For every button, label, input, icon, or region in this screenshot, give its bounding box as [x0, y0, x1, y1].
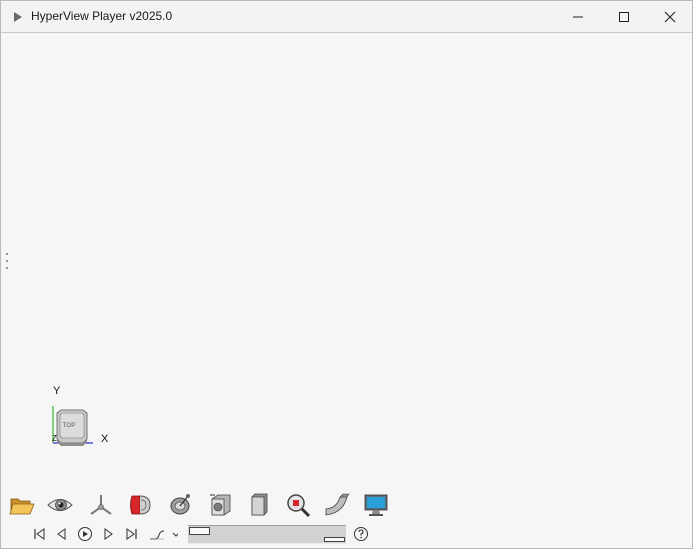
triad-axes-icon[interactable]	[86, 491, 116, 519]
close-icon	[664, 11, 676, 23]
curved-shape-icon[interactable]	[322, 491, 352, 519]
skip-to-end-icon[interactable]	[123, 526, 139, 542]
eye-icon[interactable]	[45, 491, 75, 519]
animation-controls	[1, 523, 692, 545]
minimize-button[interactable]	[555, 1, 601, 32]
play-icon[interactable]	[77, 526, 93, 542]
frame-slider[interactable]	[188, 525, 346, 544]
maximize-button[interactable]	[601, 1, 647, 32]
window-title: HyperView Player v2025.0	[31, 9, 173, 23]
step-back-icon[interactable]	[54, 526, 70, 542]
monitor-icon[interactable]	[361, 491, 391, 519]
zoom-icon[interactable]	[283, 491, 313, 519]
skip-to-start-icon[interactable]	[32, 526, 48, 542]
axis-z-label: Z	[52, 434, 57, 443]
axis-x-label: X	[101, 433, 109, 445]
title-bar[interactable]: HyperView Player v2025.0	[1, 1, 692, 33]
frame-slider-end-handle[interactable]	[324, 537, 345, 542]
app-window: HyperView Player v2025.0 Y TOP Z X	[0, 0, 693, 549]
reverse-model-icon[interactable]	[125, 491, 155, 519]
minimize-icon	[573, 16, 583, 18]
close-button[interactable]	[647, 1, 692, 32]
view-cube-icon	[52, 406, 93, 446]
animation-curve-icon	[150, 530, 180, 540]
cube-face-label: TOP	[62, 423, 76, 429]
help-icon[interactable]	[353, 526, 369, 542]
view-cube-icon[interactable]	[205, 491, 235, 519]
frame-slider-start-handle[interactable]	[189, 527, 210, 535]
solid-box-icon[interactable]	[244, 491, 274, 519]
animation-curve-dropdown[interactable]	[148, 526, 180, 542]
panel-splitter-handle[interactable]	[5, 251, 9, 271]
play-icon	[12, 10, 24, 22]
satellite-view-icon[interactable]	[165, 491, 195, 519]
folder-open-icon[interactable]	[7, 491, 37, 519]
maximize-icon	[619, 12, 629, 22]
step-forward-icon[interactable]	[100, 526, 116, 542]
axis-triad[interactable]: Y TOP Z X	[45, 385, 125, 455]
